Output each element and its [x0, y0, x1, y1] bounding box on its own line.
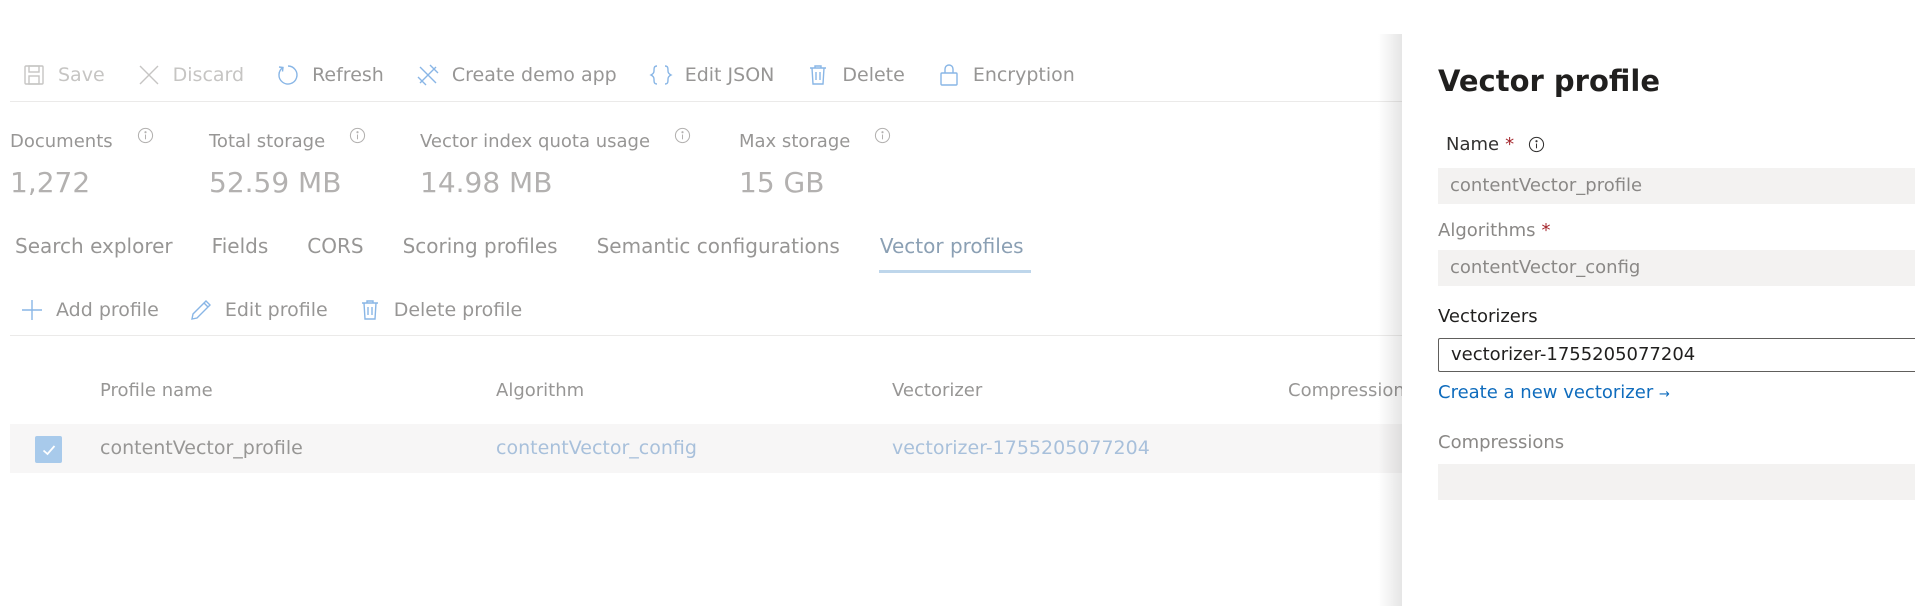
- add-profile-button[interactable]: Add profile: [0, 298, 169, 322]
- cell-vectorizer-link[interactable]: vectorizer-1755205077204: [892, 437, 1150, 459]
- algorithms-label-row: Algorithms *: [1438, 220, 1551, 241]
- braces-icon: [649, 65, 673, 85]
- panel-shadow: [1378, 34, 1402, 606]
- vectorizers-dropdown[interactable]: vectorizer-1755205077204: [1438, 338, 1915, 372]
- compressions-label: Compressions: [1438, 432, 1565, 453]
- edit-json-button[interactable]: Edit JSON: [627, 55, 785, 95]
- info-icon[interactable]: [874, 127, 891, 144]
- vector-profile-panel: Vector profile Name * contentVector_prof…: [1402, 34, 1915, 606]
- stat-value: 15 GB: [739, 166, 825, 199]
- tab-fields[interactable]: Fields: [212, 234, 269, 273]
- info-icon[interactable]: [137, 127, 154, 144]
- stat-value: 14.98 MB: [420, 166, 553, 199]
- cell-algorithm-link[interactable]: contentVector_config: [496, 437, 697, 459]
- info-icon[interactable]: [1528, 136, 1545, 153]
- stat-documents: Documents 1,272: [10, 127, 154, 199]
- name-label: Name: [1446, 134, 1500, 155]
- close-icon: [139, 65, 159, 85]
- stat-total-storage: Total storage 52.59 MB: [209, 127, 366, 199]
- delete-profile-button[interactable]: Delete profile: [338, 298, 532, 322]
- stat-vector-index-quota: Vector index quota usage 14.98 MB: [420, 127, 691, 199]
- trash-icon: [361, 300, 378, 320]
- index-tabs: Search explorer Fields CORS Scoring prof…: [15, 234, 1070, 273]
- profile-toolbar: Add profile Edit profile Delete profile: [0, 290, 532, 330]
- tab-search-explorer[interactable]: Search explorer: [15, 234, 173, 273]
- compressions-dropdown[interactable]: [1438, 464, 1915, 500]
- lock-icon: [940, 64, 958, 86]
- encryption-label: Encryption: [972, 64, 1075, 86]
- column-header-vectorizer[interactable]: Vectorizer: [892, 380, 982, 401]
- refresh-button[interactable]: Refresh: [254, 55, 394, 95]
- delete-label: Delete: [842, 64, 905, 86]
- edit-json-label: Edit JSON: [684, 64, 775, 86]
- tab-semantic-configurations[interactable]: Semantic configurations: [597, 234, 840, 273]
- create-demo-app-button[interactable]: Create demo app: [394, 55, 627, 95]
- name-field[interactable]: contentVector_profile: [1438, 168, 1915, 204]
- info-icon[interactable]: [349, 127, 366, 144]
- toolbar-divider: [10, 101, 1402, 102]
- edit-profile-button[interactable]: Edit profile: [169, 298, 338, 322]
- row-checkbox[interactable]: [35, 436, 62, 463]
- add-profile-label: Add profile: [56, 299, 159, 321]
- edit-profile-label: Edit profile: [224, 299, 328, 321]
- refresh-icon: [278, 65, 298, 85]
- checkmark-icon: [42, 444, 55, 455]
- discard-button[interactable]: Discard: [115, 55, 254, 95]
- name-label-row: Name *: [1446, 134, 1545, 155]
- required-marker: *: [1541, 220, 1551, 241]
- create-vectorizer-link-text: Create a new vectorizer: [1438, 382, 1654, 403]
- algorithms-label: Algorithms: [1438, 220, 1536, 241]
- grid-header: Profile name Algorithm Vectorizer Compre…: [0, 380, 1405, 404]
- save-label: Save: [58, 64, 105, 86]
- stat-label: Documents: [10, 131, 113, 152]
- arrow-right-icon: →: [1658, 387, 1670, 402]
- demo-app-icon: [417, 64, 439, 86]
- pencil-icon: [190, 300, 211, 320]
- algorithms-dropdown[interactable]: contentVector_config: [1438, 250, 1915, 286]
- delete-profile-label: Delete profile: [393, 299, 523, 321]
- save-button[interactable]: Save: [0, 55, 115, 95]
- profile-toolbar-divider: [10, 335, 1402, 336]
- column-header-profile-name[interactable]: Profile name: [100, 380, 213, 401]
- stat-value: 52.59 MB: [209, 166, 342, 199]
- tab-scoring-profiles[interactable]: Scoring profiles: [403, 234, 558, 273]
- stat-label: Vector index quota usage: [420, 131, 651, 152]
- vectorizers-label: Vectorizers: [1438, 306, 1538, 327]
- trash-icon: [810, 65, 827, 85]
- create-demo-app-label: Create demo app: [451, 64, 617, 86]
- discard-label: Discard: [172, 64, 245, 86]
- column-header-algorithm[interactable]: Algorithm: [496, 380, 584, 401]
- save-icon: [24, 65, 44, 85]
- tab-cors[interactable]: CORS: [307, 234, 363, 273]
- plus-icon: [22, 300, 42, 320]
- info-icon[interactable]: [674, 127, 691, 144]
- refresh-label: Refresh: [312, 64, 384, 86]
- panel-title: Vector profile: [1438, 64, 1660, 98]
- command-toolbar: Save Discard Refresh Create demo app Edi…: [0, 55, 1085, 95]
- delete-button[interactable]: Delete: [784, 55, 914, 95]
- required-marker: *: [1505, 134, 1515, 155]
- stat-label: Max storage: [739, 131, 851, 152]
- stat-value: 1,272: [10, 166, 91, 199]
- create-vectorizer-link[interactable]: Create a new vectorizer →: [1438, 382, 1670, 403]
- stat-label: Total storage: [209, 131, 326, 152]
- cell-profile-name: contentVector_profile: [100, 437, 303, 459]
- encryption-button[interactable]: Encryption: [915, 55, 1085, 95]
- table-row[interactable]: contentVector_profile contentVector_conf…: [10, 424, 1402, 473]
- stat-max-storage: Max storage 15 GB: [739, 127, 891, 199]
- tab-vector-profiles[interactable]: Vector profiles: [878, 234, 1031, 273]
